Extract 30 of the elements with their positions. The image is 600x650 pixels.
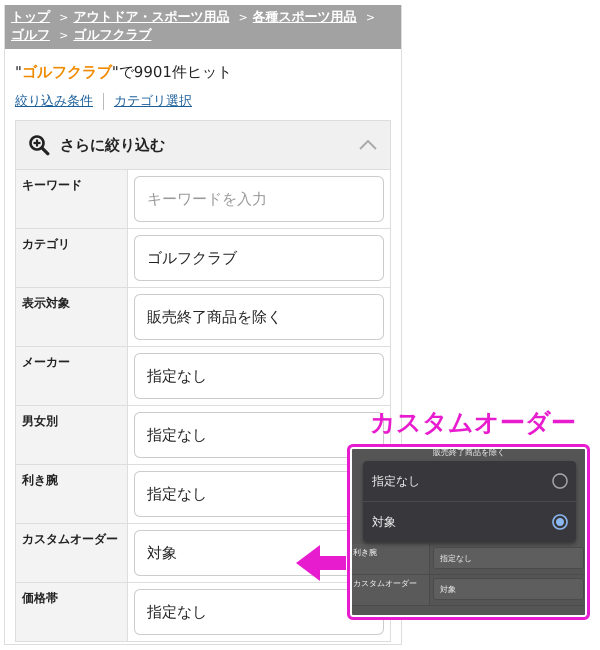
filter-label: 利き腕 (22, 473, 58, 487)
filter-label: カスタムオーダー (22, 532, 118, 546)
keyword-input-field[interactable]: キーワードを入力 (134, 176, 384, 222)
filter-label: 表示対象 (22, 296, 70, 310)
dropdown-option[interactable]: 対象 (363, 501, 576, 542)
filter-label: 価格帯 (22, 591, 58, 605)
preview-select-field: 指定なし (433, 547, 584, 569)
select-field[interactable]: ゴルフクラブ (134, 235, 384, 281)
radio-button[interactable] (552, 473, 568, 489)
filter-label: 男女別 (22, 414, 58, 428)
filter-link[interactable]: 絞り込み条件 (15, 92, 93, 110)
filter-label: メーカー (22, 355, 70, 369)
preview-select-field: 対象 (433, 578, 584, 600)
select-field[interactable]: 指定なし (134, 589, 384, 635)
breadcrumb-separator: > (238, 11, 248, 24)
refine-title: さらに絞り込む (60, 136, 166, 154)
refine-header[interactable]: さらに絞り込む (16, 121, 390, 170)
select-field[interactable]: 販売終了商品を除く (134, 294, 384, 340)
breadcrumb-separator: > (366, 11, 376, 24)
filter-label: カテゴリ (22, 237, 70, 251)
preview-label: カスタムオーダー (353, 579, 417, 588)
select-field[interactable]: 指定なし (134, 353, 384, 399)
zoom-in-icon (28, 134, 50, 156)
breadcrumb-separator: > (59, 11, 68, 24)
filter-link[interactable]: カテゴリ選択 (114, 92, 192, 110)
filter-label: キーワード (22, 178, 82, 192)
radio-button[interactable] (552, 514, 568, 530)
result-count-text: "ゴルフクラブ"で9901件ヒット (15, 63, 233, 82)
breadcrumb-separator: > (59, 29, 68, 42)
preview-label: 利き腕 (353, 548, 377, 557)
